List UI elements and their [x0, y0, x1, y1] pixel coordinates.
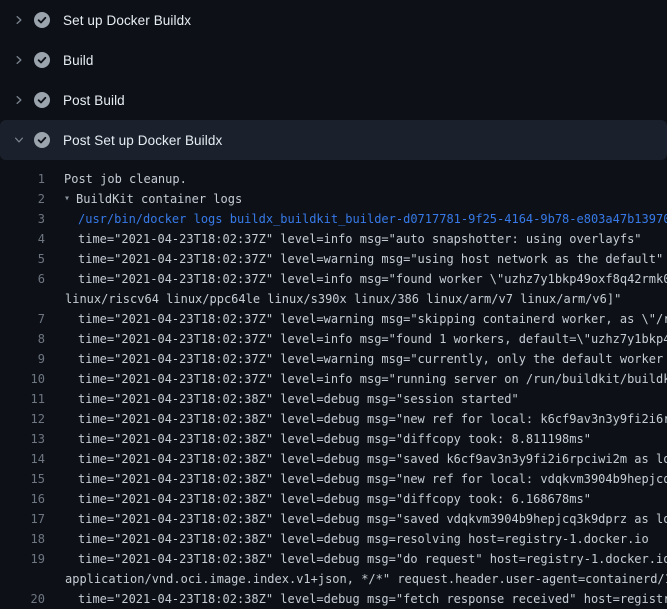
log-line: 18 time="2021-04-23T18:02:38Z" level=deb…	[0, 529, 667, 549]
log-line-number[interactable]: 19	[0, 549, 45, 569]
log-line-text: time="2021-04-23T18:02:38Z" level=debug …	[78, 409, 667, 429]
log-line-number[interactable]: 13	[0, 429, 45, 449]
check-circle-icon	[34, 132, 50, 148]
log-line-text: application/vnd.oci.image.index.v1+json,…	[65, 569, 667, 589]
check-circle-icon	[34, 12, 50, 28]
log-line: 20 time="2021-04-23T18:02:38Z" level=deb…	[0, 589, 667, 609]
group-collapse-triangle-icon[interactable]: ▾	[64, 189, 70, 209]
log-line-text: time="2021-04-23T18:02:38Z" level=debug …	[78, 529, 649, 549]
check-circle-icon	[34, 92, 50, 108]
log-line: 6 time="2021-04-23T18:02:37Z" level=info…	[0, 269, 667, 289]
log-line-text: linux/riscv64 linux/ppc64le linux/s390x …	[65, 289, 621, 309]
log-line: 7 time="2021-04-23T18:02:37Z" level=warn…	[0, 309, 667, 329]
step-header-post-set-up-docker-buildx[interactable]: Post Set up Docker Buildx	[0, 120, 667, 160]
log-line: 8 time="2021-04-23T18:02:37Z" level=info…	[0, 329, 667, 349]
log-line-text: time="2021-04-23T18:02:37Z" level=warnin…	[78, 309, 667, 329]
log-line-text: /usr/bin/docker logs buildx_buildkit_bui…	[78, 209, 667, 229]
log-line-text: time="2021-04-23T18:02:37Z" level=info m…	[78, 229, 642, 249]
log-line-number[interactable]: 11	[0, 389, 45, 409]
log-line-text: time="2021-04-23T18:02:38Z" level=debug …	[78, 549, 667, 569]
log-line-continuation: application/vnd.oci.image.index.v1+json,…	[0, 569, 667, 589]
log-line-number[interactable]: 18	[0, 529, 45, 549]
log-line: 5 time="2021-04-23T18:02:37Z" level=warn…	[0, 249, 667, 269]
log-line-text: Post job cleanup.	[64, 169, 187, 189]
log-line-text: time="2021-04-23T18:02:38Z" level=debug …	[78, 509, 667, 529]
chevron-down-icon[interactable]	[13, 134, 25, 146]
log-line-number[interactable]: 2	[0, 189, 45, 209]
step-header-post-build[interactable]: Post Build	[0, 80, 667, 120]
log-line-text: time="2021-04-23T18:02:38Z" level=debug …	[78, 429, 591, 449]
log-line-number[interactable]: 8	[0, 329, 45, 349]
log-line: 17 time="2021-04-23T18:02:38Z" level=deb…	[0, 509, 667, 529]
steps-list: Set up Docker Buildx Build P	[0, 0, 667, 160]
log-line: 2 ▾ BuildKit container logs	[0, 189, 667, 209]
step-header-build[interactable]: Build	[0, 40, 667, 80]
log-line-text: time="2021-04-23T18:02:38Z" level=debug …	[78, 389, 519, 409]
log-line-number[interactable]: 17	[0, 509, 45, 529]
log-line: 3 /usr/bin/docker logs buildx_buildkit_b…	[0, 209, 667, 229]
log-line-number[interactable]: 10	[0, 369, 45, 389]
log-line-number[interactable]: 6	[0, 269, 45, 289]
log-line-number[interactable]: 1	[0, 169, 45, 189]
log-viewer: 1 Post job cleanup. 2 ▾ BuildKit contain…	[0, 160, 667, 609]
log-line: 9 time="2021-04-23T18:02:37Z" level=warn…	[0, 349, 667, 369]
log-line-number[interactable]: 14	[0, 449, 45, 469]
step-label: Post Set up Docker Buildx	[63, 133, 222, 148]
log-line-text: time="2021-04-23T18:02:37Z" level=warnin…	[78, 349, 667, 369]
log-line: 4 time="2021-04-23T18:02:37Z" level=info…	[0, 229, 667, 249]
log-line-number[interactable]: 16	[0, 489, 45, 509]
log-line-continuation: linux/riscv64 linux/ppc64le linux/s390x …	[0, 289, 667, 309]
chevron-right-icon[interactable]	[13, 54, 25, 66]
log-line-number[interactable]: 4	[0, 229, 45, 249]
log-line-text: time="2021-04-23T18:02:38Z" level=debug …	[78, 589, 667, 609]
chevron-right-icon[interactable]	[13, 14, 25, 26]
log-line-text: time="2021-04-23T18:02:37Z" level=info m…	[78, 269, 667, 289]
log-line-number	[0, 289, 45, 309]
log-line-number[interactable]: 3	[0, 209, 45, 229]
log-line-text: time="2021-04-23T18:02:38Z" level=debug …	[78, 449, 667, 469]
log-line: 13 time="2021-04-23T18:02:38Z" level=deb…	[0, 429, 667, 449]
log-line: 11 time="2021-04-23T18:02:38Z" level=deb…	[0, 389, 667, 409]
log-line-text: time="2021-04-23T18:02:37Z" level=warnin…	[78, 249, 663, 269]
log-line-number[interactable]: 7	[0, 309, 45, 329]
log-line: 10 time="2021-04-23T18:02:37Z" level=inf…	[0, 369, 667, 389]
log-line: 15 time="2021-04-23T18:02:38Z" level=deb…	[0, 469, 667, 489]
step-label: Post Build	[63, 93, 125, 108]
log-line: 14 time="2021-04-23T18:02:38Z" level=deb…	[0, 449, 667, 469]
log-line-number[interactable]: 20	[0, 589, 45, 609]
log-line-number[interactable]: 9	[0, 349, 45, 369]
log-line-text: time="2021-04-23T18:02:37Z" level=info m…	[78, 369, 667, 389]
log-line: 1 Post job cleanup.	[0, 169, 667, 189]
check-circle-icon	[34, 52, 50, 68]
step-label: Build	[63, 53, 94, 68]
log-line: 16 time="2021-04-23T18:02:38Z" level=deb…	[0, 489, 667, 509]
log-line: 19 time="2021-04-23T18:02:38Z" level=deb…	[0, 549, 667, 569]
step-label: Set up Docker Buildx	[63, 13, 191, 28]
log-line-number[interactable]: 5	[0, 249, 45, 269]
chevron-right-icon[interactable]	[13, 94, 25, 106]
log-line-number[interactable]: 12	[0, 409, 45, 429]
log-line-text: time="2021-04-23T18:02:38Z" level=debug …	[78, 469, 667, 489]
log-line-number[interactable]: 15	[0, 469, 45, 489]
log-line-text: time="2021-04-23T18:02:38Z" level=debug …	[78, 489, 591, 509]
log-line-text: BuildKit container logs	[76, 189, 242, 209]
log-line-number	[0, 569, 45, 589]
step-header-set-up-docker-buildx[interactable]: Set up Docker Buildx	[0, 0, 667, 40]
log-line-text: time="2021-04-23T18:02:37Z" level=info m…	[78, 329, 667, 349]
log-line: 12 time="2021-04-23T18:02:38Z" level=deb…	[0, 409, 667, 429]
